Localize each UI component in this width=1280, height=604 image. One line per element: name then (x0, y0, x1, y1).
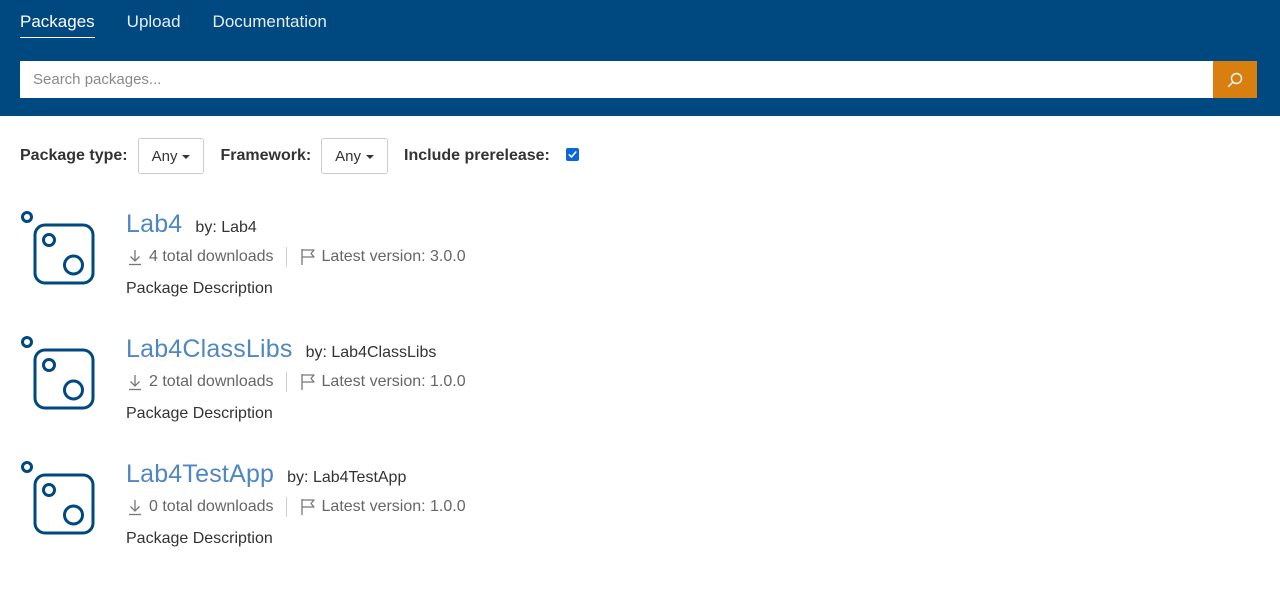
framework-value: Any (335, 147, 362, 165)
package-title-row: Lab4TestApp by: Lab4TestApp (126, 460, 406, 489)
package-description: Package Description (126, 530, 273, 547)
package-author: by: Lab4 (195, 219, 257, 236)
top-header: Packages Upload Documentation (0, 0, 1280, 116)
chevron-down-icon (182, 155, 191, 159)
filter-bar: Package type: Any Framework: Any Include… (20, 138, 579, 174)
latest-version: Latest version: 1.0.0 (321, 498, 466, 515)
prerelease-checkbox[interactable] (565, 148, 579, 161)
latest-version: Latest version: 3.0.0 (321, 248, 466, 265)
download-count: 0 total downloads (149, 498, 274, 515)
package-title-row: Lab4ClassLibs by: Lab4ClassLibs (126, 335, 436, 364)
package-type-label: Package type: (20, 147, 128, 164)
search-icon (1227, 72, 1243, 87)
flag-icon (299, 248, 317, 266)
download-count: 2 total downloads (149, 373, 274, 390)
search-button[interactable] (1213, 61, 1257, 98)
package-author: by: Lab4ClassLibs (305, 344, 437, 361)
flag-icon (299, 373, 317, 391)
package-title-link[interactable]: Lab4TestApp (126, 460, 274, 489)
framework-dropdown[interactable]: Any (321, 138, 389, 174)
latest-version: Latest version: 1.0.0 (321, 373, 466, 390)
meta-divider (285, 497, 287, 517)
download-icon (126, 248, 144, 266)
package-item: Lab4 by: Lab4 4 total downloads Latest v… (20, 210, 1260, 320)
flag-icon (299, 498, 317, 516)
package-type-value: Any (151, 147, 178, 165)
package-meta: 0 total downloads Latest version: 1.0.0 (126, 497, 466, 517)
package-description: Package Description (126, 280, 273, 297)
checkmark-icon (568, 151, 577, 158)
download-icon (126, 373, 144, 391)
package-icon (21, 211, 95, 285)
package-title-link[interactable]: Lab4 (126, 210, 182, 239)
package-meta: 2 total downloads Latest version: 1.0.0 (126, 372, 466, 392)
framework-label: Framework: (220, 147, 312, 164)
meta-divider (285, 372, 287, 392)
main-nav: Packages Upload Documentation (20, 12, 359, 38)
nav-upload[interactable]: Upload (127, 12, 181, 38)
package-title-row: Lab4 by: Lab4 (126, 210, 257, 239)
download-icon (126, 498, 144, 516)
prerelease-label: Include prerelease: (404, 147, 550, 164)
chevron-down-icon (366, 155, 375, 159)
package-icon (21, 336, 95, 410)
package-description: Package Description (126, 405, 273, 422)
package-title-link[interactable]: Lab4ClassLibs (126, 335, 293, 364)
meta-divider (285, 247, 287, 267)
package-item: Lab4TestApp by: Lab4TestApp 0 total down… (20, 460, 1260, 570)
package-item: Lab4ClassLibs by: Lab4ClassLibs 2 total … (20, 335, 1260, 445)
search-bar (20, 61, 1257, 98)
nav-documentation[interactable]: Documentation (213, 12, 327, 38)
package-meta: 4 total downloads Latest version: 3.0.0 (126, 247, 466, 267)
download-count: 4 total downloads (149, 248, 274, 265)
search-input[interactable] (20, 61, 1213, 98)
nav-packages[interactable]: Packages (20, 12, 95, 38)
package-type-dropdown[interactable]: Any (137, 138, 205, 174)
package-author: by: Lab4TestApp (287, 469, 407, 486)
package-icon (21, 461, 95, 535)
